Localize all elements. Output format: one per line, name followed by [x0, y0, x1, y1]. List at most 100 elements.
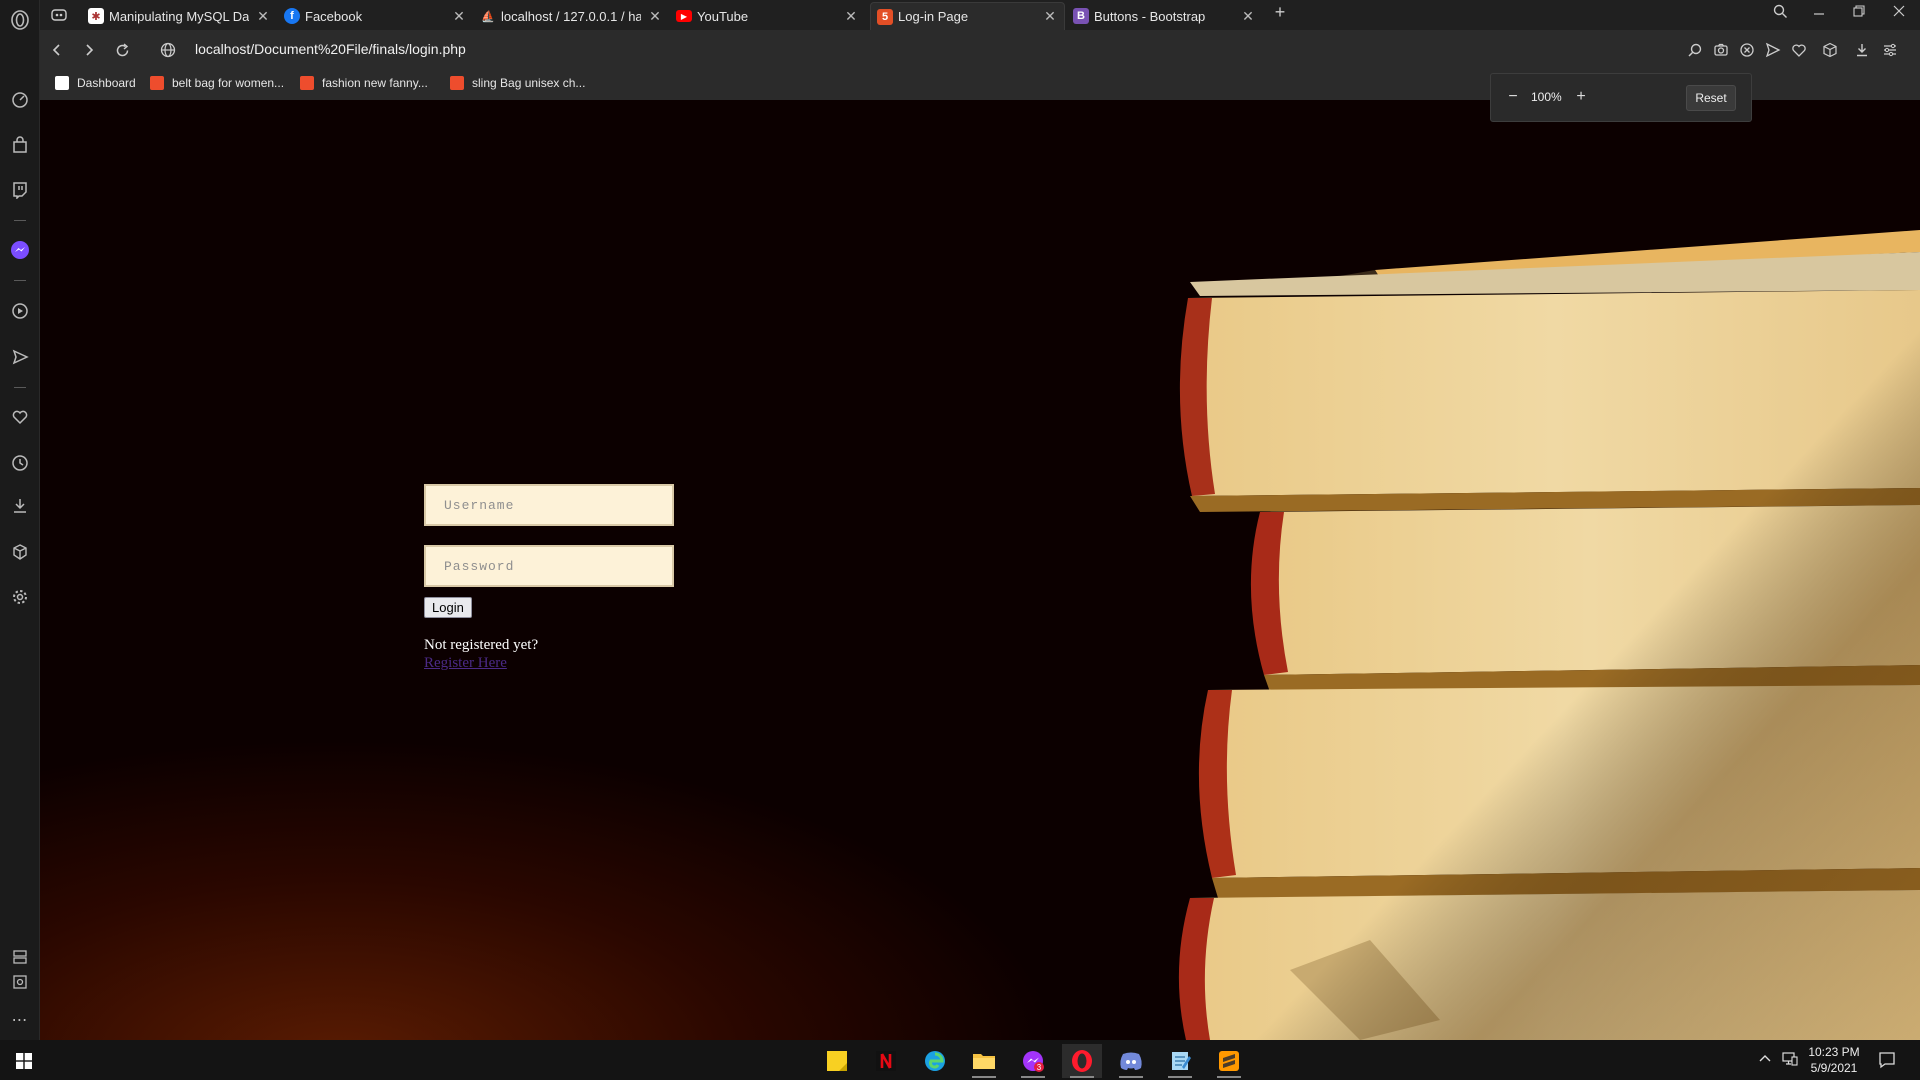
- action-center-notification-icon[interactable]: [1878, 1051, 1896, 1072]
- twitch-icon[interactable]: [8, 178, 32, 202]
- bookmark-label: Dashboard: [77, 76, 136, 90]
- tab-search-icon[interactable]: [1768, 4, 1792, 23]
- sublime-text-icon[interactable]: [1209, 1044, 1249, 1078]
- bookmark-dashboard[interactable]: Dashboard: [55, 76, 136, 90]
- download-icon[interactable]: [1851, 39, 1873, 61]
- send-to-flow-icon[interactable]: [1762, 39, 1784, 61]
- workspaces-icon[interactable]: [8, 945, 32, 969]
- tab-log-in-page[interactable]: 5 Log-in Page ✕: [870, 2, 1065, 30]
- tab-strip: ✱ Manipulating MySQL Data ✕ f Facebook ✕…: [40, 0, 1920, 30]
- username-input[interactable]: [424, 484, 674, 526]
- scratch-icon: [55, 76, 69, 90]
- zoom-out-button[interactable]: −: [1503, 88, 1523, 106]
- extensions-cube-icon[interactable]: [8, 540, 32, 564]
- easy-setup-menu-icon[interactable]: [1879, 39, 1901, 61]
- show-hidden-icons-chevron-up-icon[interactable]: [1758, 1052, 1772, 1069]
- zoom-search-icon[interactable]: [1684, 39, 1706, 61]
- bookmarks-heart-icon[interactable]: [8, 405, 32, 429]
- discord-icon[interactable]: [1111, 1044, 1151, 1078]
- tab-facebook[interactable]: f Facebook ✕: [278, 2, 473, 30]
- more-options-icon[interactable]: ⋯: [8, 1008, 32, 1032]
- tab-manipulating-mysql[interactable]: ✱ Manipulating MySQL Data ✕: [82, 2, 277, 30]
- extensions-icon[interactable]: [1819, 39, 1841, 61]
- workspace-add-icon[interactable]: [8, 970, 32, 994]
- html5-icon: 5: [877, 8, 893, 25]
- close-window-icon[interactable]: [1887, 4, 1911, 21]
- tab-youtube[interactable]: ▶ YouTube ✕: [670, 2, 865, 30]
- messenger-badge: 3: [1037, 1063, 1042, 1072]
- bookmark-fashion-fanny[interactable]: fashion new fanny...: [300, 76, 428, 90]
- not-registered-text: Not registered yet?: [424, 637, 539, 653]
- snapshot-camera-icon[interactable]: [1710, 39, 1732, 61]
- bootstrap-icon: B: [1073, 8, 1089, 24]
- opera-icon[interactable]: [1062, 1044, 1102, 1078]
- login-page: Login Not registered yet? Register Here: [40, 100, 1920, 1040]
- sidebar-divider: [14, 220, 26, 221]
- close-tab-icon[interactable]: ✕: [451, 8, 467, 25]
- url-field[interactable]: localhost/Document%20File/finals/login.p…: [195, 41, 466, 57]
- edge-icon[interactable]: [915, 1044, 955, 1078]
- bookmark-sling-bag[interactable]: sling Bag unisex ch...: [450, 76, 585, 90]
- minimize-icon[interactable]: [1807, 4, 1831, 21]
- messenger-icon[interactable]: 3: [1013, 1044, 1053, 1078]
- scratch-icon: ✱: [88, 8, 104, 24]
- sidebar-divider: [14, 280, 26, 281]
- register-here-link[interactable]: Register Here: [424, 655, 684, 672]
- sticky-notes-icon[interactable]: [817, 1044, 857, 1078]
- browser-sidebar: ⋯: [0, 0, 40, 1040]
- messenger-icon[interactable]: [8, 238, 32, 262]
- restore-icon[interactable]: [1847, 4, 1871, 21]
- zoom-in-button[interactable]: +: [1571, 88, 1591, 106]
- facebook-icon: f: [284, 8, 300, 24]
- opera-menu-icon[interactable]: [8, 8, 32, 32]
- adblock-icon[interactable]: [1736, 39, 1758, 61]
- speed-dial-icon[interactable]: [8, 88, 32, 112]
- bookmark-heart-icon[interactable]: [1788, 39, 1810, 61]
- tab-label: localhost / 127.0.0.1 / hau_: [501, 8, 641, 24]
- close-tab-icon[interactable]: ✕: [255, 8, 271, 25]
- system-clock[interactable]: 10:23 PM 5/9/2021: [1806, 1044, 1862, 1076]
- notepad-icon[interactable]: [1160, 1044, 1200, 1078]
- zoom-reset-button[interactable]: Reset: [1686, 85, 1736, 111]
- player-icon[interactable]: [8, 299, 32, 323]
- site-info-globe-icon[interactable]: [157, 39, 179, 61]
- shopee-icon: [150, 76, 164, 90]
- back-arrow-icon[interactable]: [46, 39, 68, 61]
- bookmark-label: fashion new fanny...: [322, 76, 428, 90]
- network-icon[interactable]: [1782, 1052, 1798, 1069]
- file-explorer-icon[interactable]: [964, 1044, 1004, 1078]
- login-button[interactable]: Login: [424, 597, 472, 618]
- tab-phpmyadmin[interactable]: ⛵ localhost / 127.0.0.1 / hau_ ✕: [474, 2, 669, 30]
- tab-label: Buttons - Bootstrap: [1094, 8, 1206, 24]
- close-tab-icon[interactable]: ✕: [1042, 8, 1058, 25]
- tab-label: Manipulating MySQL Data: [109, 8, 249, 24]
- netflix-icon[interactable]: [866, 1044, 906, 1078]
- password-input[interactable]: [424, 545, 674, 587]
- close-tab-icon[interactable]: ✕: [647, 8, 663, 25]
- bookmark-label: sling Bag unisex ch...: [472, 76, 586, 90]
- downloads-icon[interactable]: [8, 494, 32, 518]
- settings-gear-icon[interactable]: [8, 585, 32, 609]
- shopping-icon[interactable]: [8, 133, 32, 157]
- phpmyadmin-icon: ⛵: [481, 10, 495, 23]
- sidebar-divider: [14, 387, 26, 388]
- youtube-icon: ▶: [676, 10, 692, 22]
- zoom-level: 100%: [1531, 90, 1562, 104]
- new-tab-plus-icon[interactable]: +: [1268, 2, 1292, 23]
- history-clock-icon[interactable]: [8, 451, 32, 475]
- bookmark-belt-bag[interactable]: belt bag for women...: [150, 76, 284, 90]
- close-tab-icon[interactable]: ✕: [843, 8, 859, 25]
- tab-label: Facebook: [305, 8, 363, 24]
- address-bar: localhost/Document%20File/finals/login.p…: [40, 30, 1920, 70]
- forward-arrow-icon[interactable]: [78, 39, 100, 61]
- windows-start-icon[interactable]: [4, 1044, 44, 1078]
- shopee-icon: [300, 76, 314, 90]
- my-flow-icon[interactable]: [8, 345, 32, 369]
- tab-label: YouTube: [697, 8, 749, 24]
- bookmark-label: belt bag for women...: [172, 76, 285, 90]
- tab-buttons-bootstrap[interactable]: B Buttons - Bootstrap ✕: [1067, 2, 1262, 30]
- tab-menu-icon[interactable]: [48, 4, 70, 26]
- shopee-icon: [450, 76, 464, 90]
- reload-icon[interactable]: [111, 39, 133, 61]
- close-tab-icon[interactable]: ✕: [1240, 8, 1256, 25]
